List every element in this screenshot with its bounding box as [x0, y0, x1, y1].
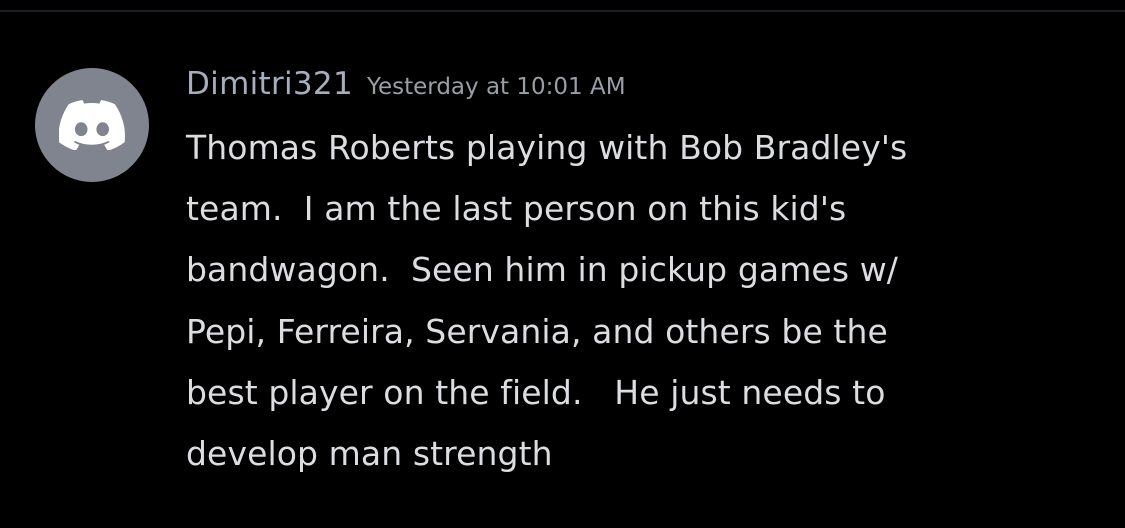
discord-logo-icon [59, 100, 125, 150]
message-line: develop man strength [186, 434, 553, 474]
message-line: Thomas Roberts playing with Bob Bradley'… [186, 128, 908, 167]
message-line: bandwagon. Seen him in pickup games w/ [186, 250, 899, 290]
avatar[interactable] [35, 68, 149, 182]
message-header: Dimitri321 Yesterday at 10:01 AM [186, 66, 626, 110]
message-line: team. I am the last person on this kid's [186, 189, 847, 229]
chat-message: Dimitri321 Yesterday at 10:01 AM Thomas … [0, 0, 1125, 528]
message-timestamp: Yesterday at 10:01 AM [366, 74, 626, 100]
message-line: best player on the field. He just needs … [186, 372, 886, 412]
message-line: Pepi, Ferreira, Servania, and others be … [186, 311, 888, 351]
author-username[interactable]: Dimitri321 [186, 66, 353, 102]
message-content: Thomas Roberts playing with Bob Bradley'… [186, 117, 1086, 484]
